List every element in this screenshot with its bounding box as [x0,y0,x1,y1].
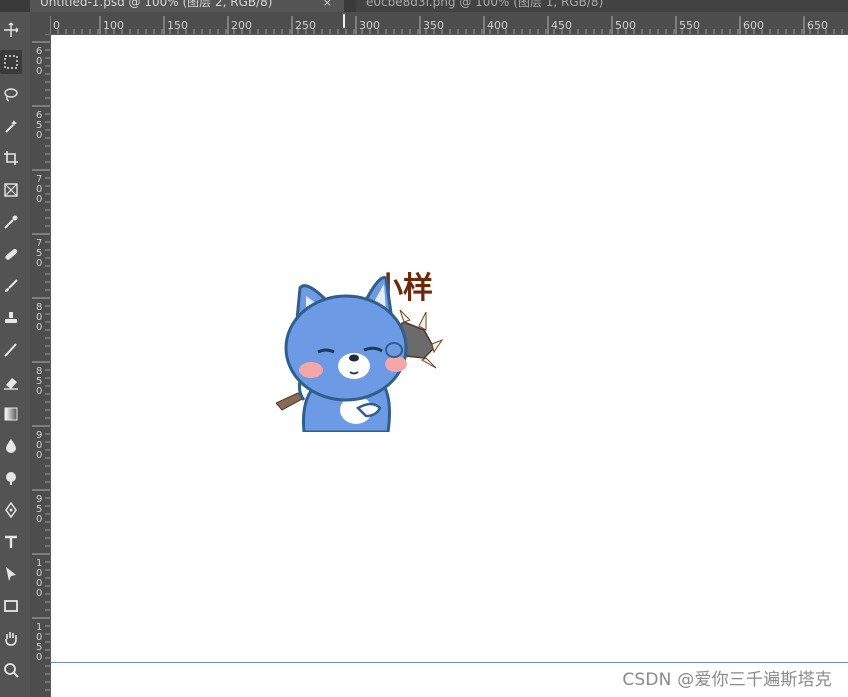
brush-tool-icon [5,279,18,292]
gradient-tool-icon [4,407,18,421]
quick-selection-tool-icon [5,120,17,133]
clone-stamp-tool-icon [5,312,17,323]
blur-tool[interactable] [0,434,22,458]
ruler-label-char: 0 [36,194,42,205]
path-selection-tool[interactable] [0,562,22,586]
rectangular-marquee-tool[interactable] [0,50,22,74]
rectangle-tool-icon [4,600,18,612]
path-selection-tool-icon [6,567,16,581]
hand-tool-icon [5,632,17,646]
type-tool[interactable] [0,530,22,554]
rectangle-tool[interactable] [0,594,22,618]
frame-tool-icon [4,183,18,197]
pen-tool-icon [5,502,17,518]
dodge-tool-icon [6,472,16,485]
ruler-label-char: 0 [36,588,42,599]
ruler-label: 400 [487,19,508,32]
horizontal-ruler[interactable]: 0 100 150 200 250 300 350 400 450 500 550 600 650 [50,12,848,35]
lasso-tool[interactable] [0,82,22,106]
ruler-label: 550 [679,19,700,32]
ruler-label: 450 [551,19,572,32]
ruler-label: 300 [359,19,380,32]
cat-sticker-image[interactable]: 小样 [276,260,451,432]
ruler-label: 100 [103,19,124,32]
document-tab-active[interactable]: Untitled-1.psd @ 100% (图层 2, RGB/8) × [30,0,344,12]
history-brush-tool-icon [4,343,17,357]
frame-tool[interactable] [0,178,22,202]
quick-selection-tool[interactable] [0,114,22,138]
history-brush-tool[interactable] [0,338,22,362]
ruler-label: 600 [743,19,764,32]
ruler-label-char: 0 [36,652,42,663]
ruler-label-char: 0 [36,66,42,77]
move-tool-icon [4,22,19,37]
pen-tool[interactable] [0,498,22,522]
eyedropper-tool[interactable] [0,210,22,234]
ruler-label-char: 0 [36,386,42,397]
document-canvas[interactable]: 小样 CSDN @爱你三千遍斯塔克 [51,35,848,697]
eyedropper-tool-icon [4,215,18,229]
horizontal-guide-line[interactable] [51,662,848,663]
blur-tool-icon [6,439,16,453]
type-tool-icon [5,535,17,548]
ruler-label-char: 0 [36,450,42,461]
zoom-tool[interactable] [0,658,22,682]
tools-panel [0,12,30,697]
document-tab-label: e0cbe8d3f.png @ 100% (图层 1, RGB/8) [366,0,604,9]
crop-tool[interactable] [0,146,22,170]
ruler-label: 350 [423,19,444,32]
healing-brush-tool[interactable] [0,242,22,266]
ruler-label: 250 [295,19,316,32]
ruler-label: 500 [615,19,636,32]
close-tab-icon[interactable]: × [323,0,332,12]
ruler-label-char: 0 [36,258,42,269]
zoom-tool-icon [4,663,19,678]
document-tab-inactive[interactable]: e0cbe8d3f.png @ 100% (图层 1, RGB/8) [356,0,848,12]
ruler-label: 650 [807,19,828,32]
eraser-tool[interactable] [0,370,22,394]
gradient-tool[interactable] [0,402,22,426]
document-tab-bar: Untitled-1.psd @ 100% (图层 2, RGB/8) × e0… [0,0,848,12]
healing-brush-tool-icon [5,248,18,260]
brush-tool[interactable] [0,274,22,298]
ruler-corner[interactable] [30,12,50,34]
csdn-watermark: CSDN @爱你三千遍斯塔克 [622,670,832,690]
ruler-label: 150 [167,19,188,32]
ruler-label-char: 0 [36,322,42,333]
crop-tool-icon [4,151,18,165]
ruler-label: 0 [53,19,60,32]
document-tab-label: Untitled-1.psd @ 100% (图层 2, RGB/8) [40,0,273,9]
eraser-tool-icon [4,378,18,390]
clone-stamp-tool[interactable] [0,306,22,330]
rectangular-marquee-tool-icon [4,55,18,69]
ruler-label-char: 0 [36,514,42,525]
dodge-tool[interactable] [0,466,22,490]
ruler-label: 200 [231,19,252,32]
ruler-label-char: 0 [36,130,42,141]
hand-tool[interactable] [0,626,22,650]
lasso-tool-icon [4,88,18,102]
vertical-ruler[interactable]: 60065070075080085090095010001050 [30,34,51,697]
move-tool[interactable] [0,18,22,42]
